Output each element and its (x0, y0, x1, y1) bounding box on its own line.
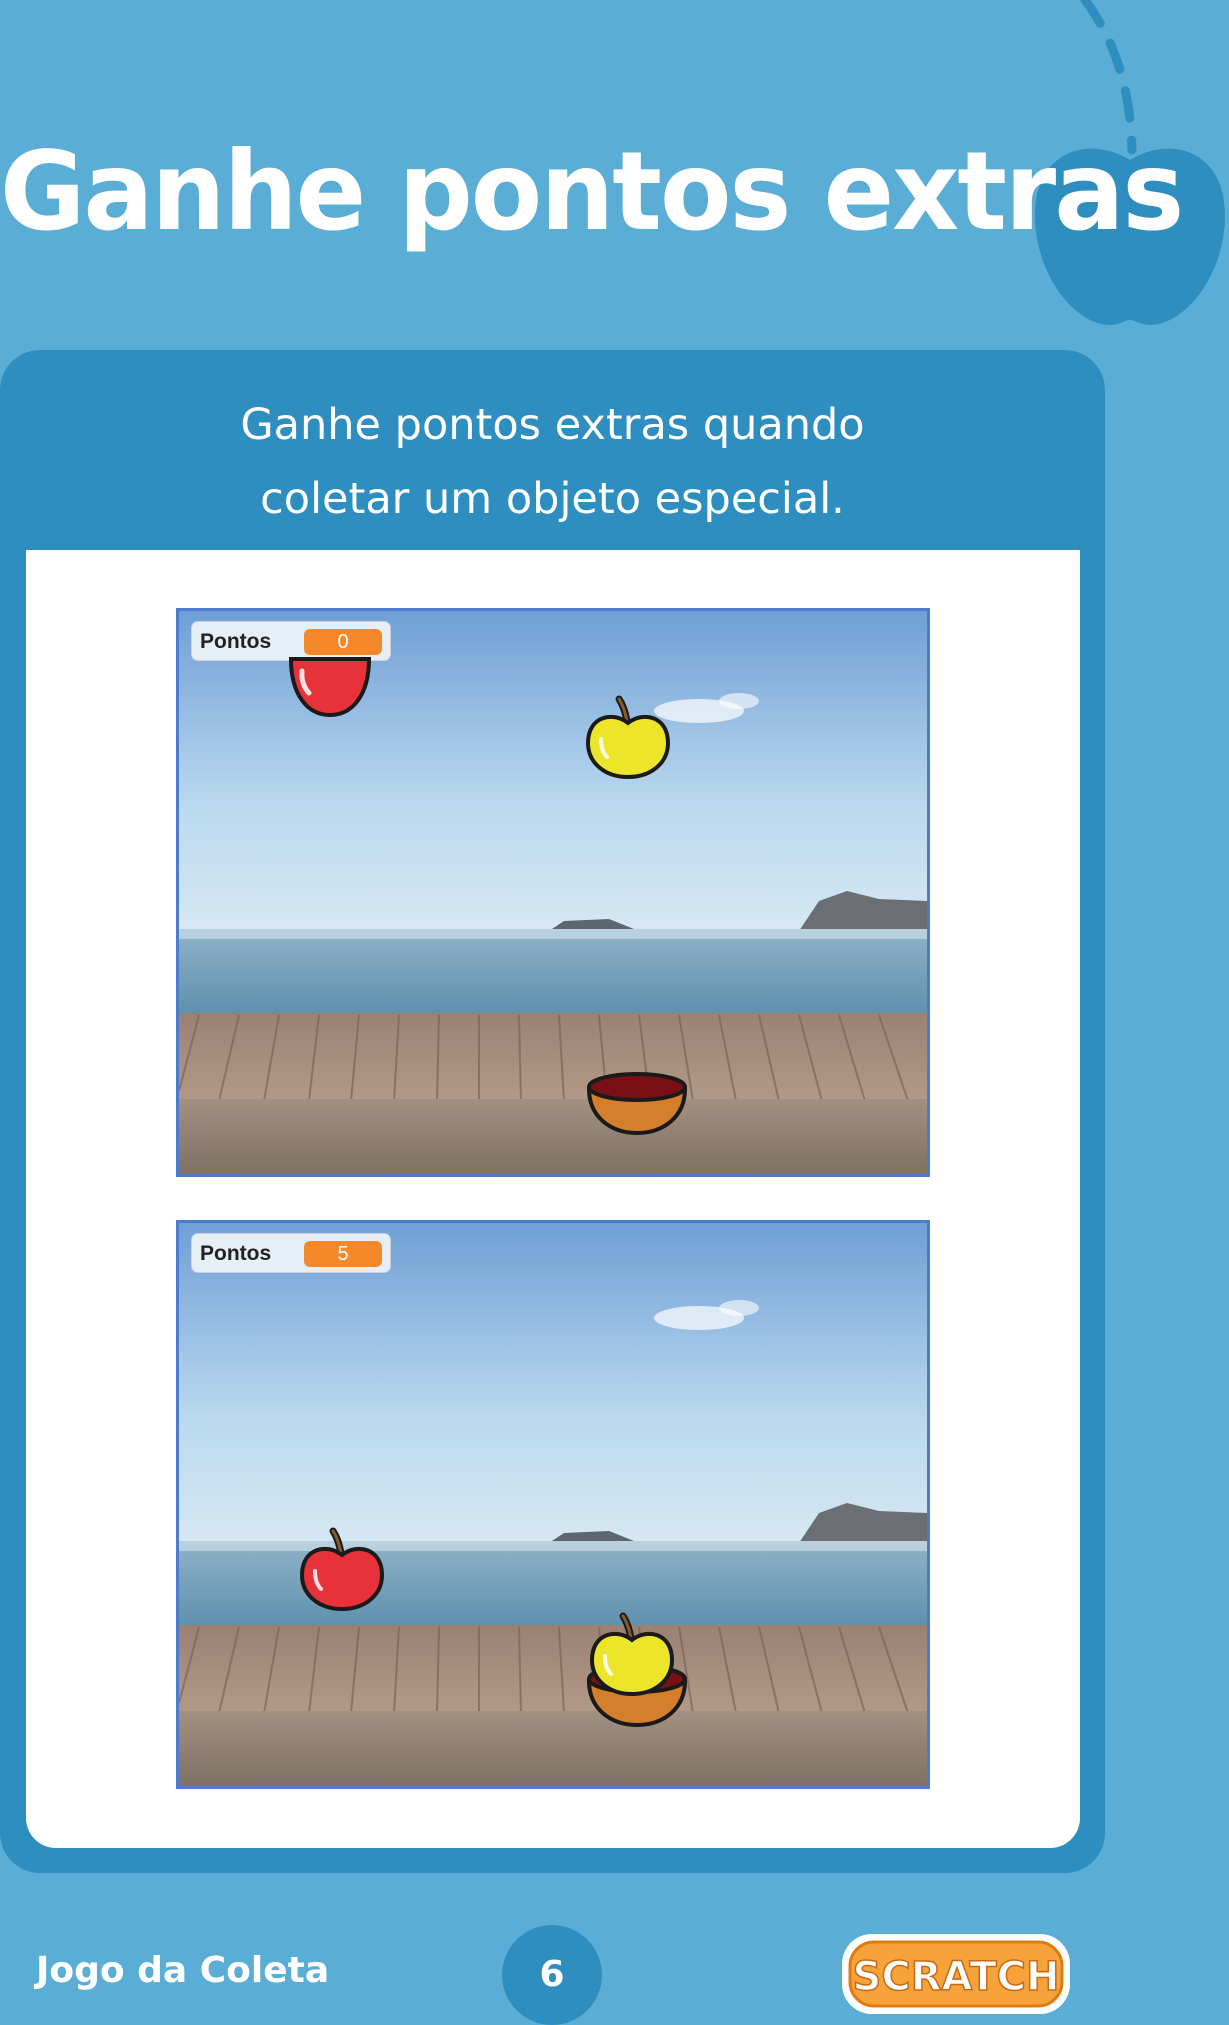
red-apple-icon (299, 1527, 385, 1612)
bowl-icon (586, 1072, 688, 1136)
subtitle-line-1: Ganhe pontos extras quando (240, 400, 865, 450)
scratch-logo-text: SCRATCH (853, 1954, 1060, 2000)
score-value: 5 (304, 1241, 382, 1267)
red-apple-icon (288, 657, 372, 718)
score-monitor: Pontos 5 (191, 1233, 391, 1273)
footer-title: Jogo da Coleta (36, 1950, 330, 1991)
subtitle-line-2: coletar um objeto especial. (260, 474, 845, 524)
screenshot-panel: Pontos 0 Pontos 5 (26, 550, 1080, 1848)
beach-backdrop (179, 1223, 927, 1786)
game-stage-before: Pontos 0 (176, 608, 930, 1177)
page-title: Ganhe pontos extras (0, 126, 1184, 256)
scratch-logo: SCRATCH (842, 1934, 1070, 2014)
yellow-apple-icon (589, 1612, 675, 1697)
score-label: Pontos (200, 1242, 272, 1265)
game-stage-after: Pontos 5 (176, 1220, 930, 1789)
score-label: Pontos (200, 630, 272, 653)
instruction-card: Ganhe pontos extras quando coletar um ob… (0, 350, 1105, 1873)
yellow-apple-icon (585, 695, 671, 780)
card-subtitle: Ganhe pontos extras quando coletar um ob… (0, 388, 1105, 536)
page-number: 6 (502, 1925, 602, 2025)
